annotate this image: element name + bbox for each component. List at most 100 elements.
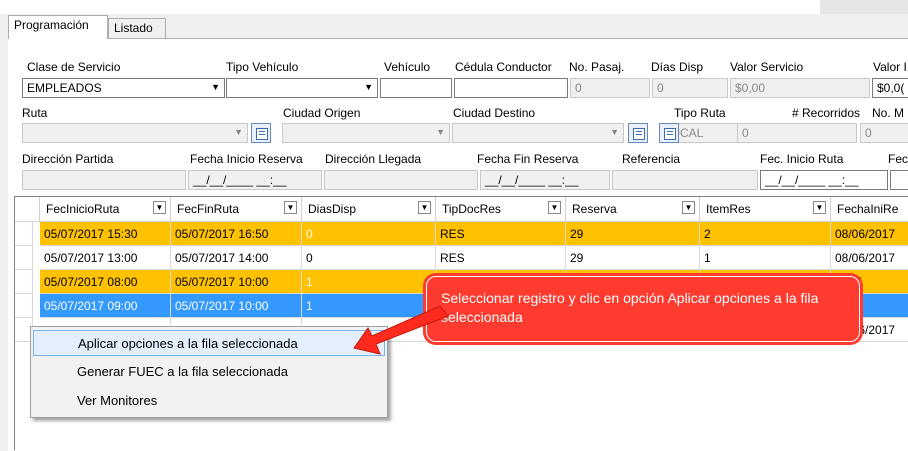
label-fec-cut: Fec bbox=[888, 152, 908, 166]
table-cell[interactable]: 08/06/2017 bbox=[831, 222, 908, 246]
table-cell[interactable]: 05/07/2017 10:00 bbox=[171, 270, 302, 294]
vehiculo-input[interactable] bbox=[380, 78, 452, 98]
table-cell[interactable]: 29 bbox=[566, 222, 700, 246]
table-cell[interactable]: 08/06/2017 bbox=[831, 246, 908, 270]
chevron-down-icon[interactable]: ▼ bbox=[548, 201, 561, 214]
recorridos-field: 0 bbox=[737, 123, 857, 143]
chevron-down-icon[interactable]: ▼ bbox=[418, 201, 431, 214]
title-strip-right bbox=[820, 0, 908, 14]
fecha-fin-reserva-field: __/__/____ __:__ bbox=[480, 170, 610, 190]
valor-cut-field: $0,0( bbox=[872, 78, 908, 98]
label-vehiculo: Vehículo bbox=[384, 60, 431, 74]
column-header[interactable]: DiasDisp ▼ bbox=[302, 197, 436, 222]
label-clase-servicio: Clase de Servicio bbox=[27, 60, 121, 74]
ruta-select[interactable]: ▼ bbox=[22, 123, 248, 143]
callout-text: Seleccionar registro y clic en opción Ap… bbox=[441, 290, 819, 325]
menu-item-label: Aplicar opciones a la fila seleccionada bbox=[78, 336, 298, 351]
tab-label: Programación bbox=[14, 18, 89, 32]
no-cut-value: 0 bbox=[865, 126, 872, 140]
label-recorridos: # Recorridos bbox=[792, 106, 861, 120]
chevron-down-icon: ▼ bbox=[364, 82, 373, 92]
table-cell[interactable]: 05/07/2017 09:00 bbox=[40, 294, 171, 318]
table-cell[interactable]: 1 bbox=[700, 246, 831, 270]
table-cell[interactable]: RES bbox=[436, 246, 566, 270]
valor-servicio-field: $0,00 bbox=[730, 78, 870, 98]
table-cell[interactable]: 2 bbox=[700, 222, 831, 246]
tipo-vehiculo-select[interactable]: ▼ bbox=[226, 78, 378, 98]
row-selector[interactable] bbox=[15, 294, 33, 318]
label-tipo-vehiculo: Tipo Vehículo bbox=[226, 60, 299, 74]
menu-item-aplicar-opciones[interactable]: Aplicar opciones a la fila seleccionada bbox=[33, 330, 385, 356]
table-cell[interactable]: RES bbox=[436, 222, 566, 246]
column-header[interactable]: FecFinRuta ▼ bbox=[171, 197, 302, 222]
clase-servicio-select[interactable]: EMPLEADOS ▼ bbox=[22, 78, 225, 98]
chevron-down-icon: ▼ bbox=[436, 127, 445, 137]
table-cell[interactable]: 05/07/2017 14:00 bbox=[171, 246, 302, 270]
cedula-conductor-input[interactable] bbox=[454, 78, 568, 98]
direccion-partida-field bbox=[22, 170, 186, 190]
table-cell[interactable]: 05/07/2017 13:00 bbox=[40, 246, 171, 270]
column-header[interactable]: TipDocRes ▼ bbox=[436, 197, 566, 222]
label-direccion-partida: Dirección Partida bbox=[22, 152, 114, 166]
direccion-llegada-field bbox=[324, 170, 478, 190]
label-direccion-llegada: Dirección Llegada bbox=[325, 152, 422, 166]
fecha-inicio-reserva-value: __/__/____ __:__ bbox=[193, 173, 287, 187]
table-cell[interactable]: 0 bbox=[302, 222, 436, 246]
column-header-label: DiasDisp bbox=[308, 202, 357, 216]
column-header[interactable]: FecInicioRuta ▼ bbox=[40, 197, 171, 222]
column-header-label: FecInicioRuta bbox=[46, 202, 120, 216]
column-header[interactable]: FechaIniRe bbox=[831, 197, 908, 222]
row-selector[interactable] bbox=[15, 270, 33, 294]
column-header[interactable]: ItemRes ▼ bbox=[700, 197, 831, 222]
tab-programacion[interactable]: Programación bbox=[8, 15, 108, 39]
tipo-ruta-icon[interactable] bbox=[659, 123, 679, 143]
chevron-down-icon[interactable]: ▼ bbox=[813, 201, 826, 214]
chevron-down-icon[interactable]: ▼ bbox=[284, 201, 297, 214]
fec-inicio-ruta-value: __/__/____ __:__ bbox=[765, 173, 859, 187]
column-header-label: FechaIniRe bbox=[837, 202, 899, 216]
no-pasaj-field: 0 bbox=[570, 78, 650, 98]
menu-item-generar-fuec[interactable]: Generar FUEC a la fila seleccionada bbox=[33, 359, 385, 385]
referencia-field bbox=[612, 170, 758, 190]
column-header[interactable]: Reserva ▼ bbox=[566, 197, 700, 222]
table-cell[interactable]: 05/07/2017 10:00 bbox=[171, 294, 302, 318]
label-dias-disp: Días Disp bbox=[651, 60, 704, 74]
column-header-label: ItemRes bbox=[706, 202, 751, 216]
chevron-down-icon: ▼ bbox=[610, 127, 619, 137]
chevron-down-icon[interactable]: ▼ bbox=[682, 201, 695, 214]
ciudad-origen-select[interactable]: ▼ bbox=[282, 123, 450, 143]
label-valor-servicio: Valor Servicio bbox=[730, 60, 804, 74]
menu-item-ver-monitores[interactable]: Ver Monitores bbox=[33, 388, 385, 414]
fec-inicio-ruta-input[interactable]: __/__/____ __:__ bbox=[760, 170, 888, 190]
menu-item-label: Generar FUEC a la fila seleccionada bbox=[77, 364, 288, 379]
ruta-lookup-icon[interactable] bbox=[251, 123, 271, 143]
ciudad-destino-lookup-icon[interactable] bbox=[628, 123, 648, 143]
dias-disp-value: 0 bbox=[657, 81, 664, 95]
clase-servicio-value: EMPLEADOS bbox=[27, 81, 102, 95]
ciudad-destino-select[interactable]: ▼ bbox=[452, 123, 624, 143]
table-cell[interactable]: 1 bbox=[302, 270, 436, 294]
chevron-down-icon[interactable]: ▼ bbox=[153, 201, 166, 214]
label-ciudad-destino: Ciudad Destino bbox=[453, 106, 536, 120]
label-cedula-conductor: Cédula Conductor bbox=[455, 60, 552, 74]
label-fecha-fin-reserva: Fecha Fin Reserva bbox=[477, 152, 579, 166]
callout-arrow-icon bbox=[353, 305, 449, 355]
label-referencia: Referencia bbox=[622, 152, 681, 166]
row-selector[interactable] bbox=[15, 222, 33, 246]
table-cell[interactable]: 0 bbox=[302, 246, 436, 270]
table-row[interactable]: 05/07/2017 13:00 05/07/2017 14:00 0 RES 29 1 0… bbox=[15, 246, 908, 270]
tab-listado[interactable]: Listado bbox=[108, 18, 166, 38]
table-cell[interactable]: 05/07/2017 08:00 bbox=[40, 270, 171, 294]
label-no-cut: No. M bbox=[872, 106, 905, 120]
table-cell[interactable]: 05/07/2017 15:30 bbox=[40, 222, 171, 246]
column-header-label: TipDocRes bbox=[442, 202, 501, 216]
recorridos-value: 0 bbox=[742, 126, 749, 140]
fec-cut-input[interactable] bbox=[890, 170, 908, 190]
tab-label: Listado bbox=[114, 21, 153, 35]
table-cell[interactable]: 05/07/2017 16:50 bbox=[171, 222, 302, 246]
chevron-down-icon: ▼ bbox=[211, 82, 220, 92]
valor-servicio-value: $0,00 bbox=[735, 81, 766, 95]
table-row[interactable]: 05/07/2017 15:30 05/07/2017 16:50 0 RES 29 2 0… bbox=[15, 222, 908, 246]
row-selector[interactable] bbox=[15, 246, 33, 270]
table-cell[interactable]: 29 bbox=[566, 246, 700, 270]
